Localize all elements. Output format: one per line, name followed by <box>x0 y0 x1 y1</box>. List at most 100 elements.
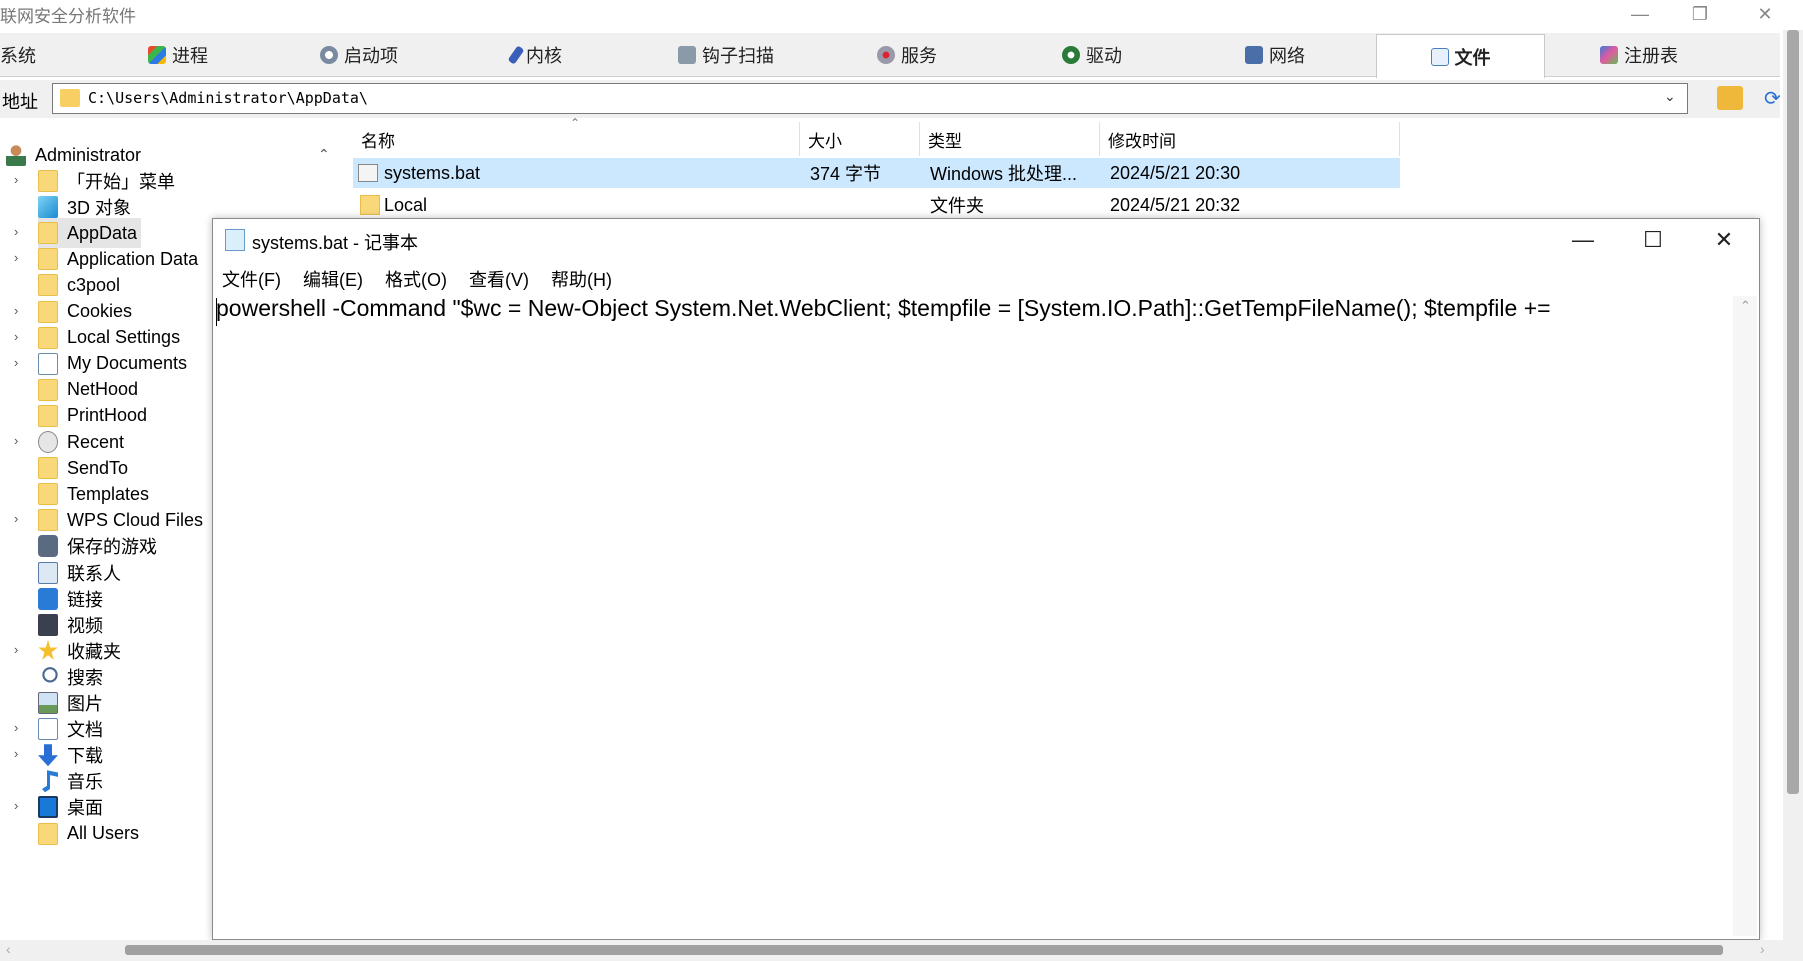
chevron-right-icon[interactable]: › <box>14 746 18 761</box>
tree-label: My Documents <box>67 353 188 374</box>
folder-icon <box>38 248 58 271</box>
tab-drivers[interactable]: 驱动 <box>1062 33 1162 76</box>
kernel-icon <box>507 44 525 65</box>
tab-registry[interactable]: 注册表 <box>1600 33 1710 76</box>
chevron-right-icon[interactable]: › <box>14 798 18 813</box>
chevron-right-icon[interactable]: › <box>14 511 18 526</box>
chevron-right-icon[interactable]: › <box>14 329 18 344</box>
tree-label: 桌面 <box>67 798 103 819</box>
file-modified: 2024/5/21 20:30 <box>1110 162 1241 183</box>
column-header-modified[interactable]: 修改时间 <box>1100 122 1400 156</box>
tree-label: 搜索 <box>67 667 103 688</box>
document-icon <box>38 352 58 375</box>
folder-icon <box>38 457 58 480</box>
file-name: systems.bat <box>384 162 481 183</box>
file-type: 文件夹 <box>930 196 984 216</box>
folder-icon <box>38 170 58 192</box>
column-header-type[interactable]: 类型 <box>920 122 1100 156</box>
folder-tree: Administrator › 「开始」菜单 3D 对象 › AppData › Appli… <box>0 140 212 940</box>
pictures-icon <box>38 692 58 714</box>
table-row[interactable]: Local 文件夹 2024/5/21 20:32 <box>353 190 1400 218</box>
table-row[interactable]: systems.bat 374 字节 Windows 批处理... 2024/5… <box>353 158 1400 188</box>
notepad-maximize-button[interactable]: ☐ <box>1623 222 1683 258</box>
notepad-vertical-scrollbar[interactable] <box>1733 296 1757 936</box>
links-icon <box>38 587 58 610</box>
tree-label: NetHood <box>67 379 139 400</box>
folder-icon <box>38 404 58 427</box>
tab-startup[interactable]: 启动项 <box>320 33 440 76</box>
search-icon <box>38 665 58 688</box>
hook-icon <box>678 45 696 64</box>
tab-label: 内核 <box>526 45 562 66</box>
title-bar <box>0 0 1780 30</box>
minimize-button[interactable]: — <box>1617 0 1663 28</box>
tab-process[interactable]: 进程 <box>148 33 268 76</box>
tree-item[interactable]: All Users <box>38 819 139 849</box>
chevron-right-icon[interactable]: › <box>14 172 18 187</box>
scroll-up-icon[interactable]: ⌃ <box>318 146 330 163</box>
folder-icon <box>38 509 58 532</box>
tree-label: 3D 对象 <box>67 198 132 219</box>
scroll-up-icon[interactable]: ⌃ <box>1740 298 1751 314</box>
notepad-text-area[interactable]: powershell -Command "$wc = New-Object Sy… <box>216 295 1734 322</box>
tree-label: 收藏夹 <box>67 641 121 662</box>
menu-view[interactable]: 查看(V) <box>469 266 529 292</box>
chevron-right-icon[interactable]: › <box>14 224 18 239</box>
gear-icon <box>320 45 338 64</box>
music-icon <box>42 770 58 793</box>
tab-label: 启动项 <box>344 45 398 66</box>
chevron-right-icon[interactable]: › <box>14 720 18 735</box>
open-folder-button[interactable] <box>1717 86 1743 110</box>
file-type: Windows 批处理... <box>930 164 1078 184</box>
chevron-down-icon[interactable]: ⌄ <box>1664 88 1676 105</box>
notepad-close-button[interactable]: ✕ <box>1694 222 1754 258</box>
chevron-right-icon[interactable]: › <box>14 355 18 370</box>
tab-label: 进程 <box>172 45 208 66</box>
file-modified: 2024/5/21 20:32 <box>1110 194 1241 215</box>
column-label: 修改时间 <box>1108 131 1176 151</box>
address-label: 地址 <box>2 92 38 112</box>
menu-format[interactable]: 格式(O) <box>385 266 447 292</box>
notepad-minimize-button[interactable]: — <box>1553 222 1613 258</box>
chevron-right-icon[interactable]: › <box>14 642 18 657</box>
user-icon <box>6 144 26 166</box>
folder-icon <box>38 222 58 245</box>
notepad-menu-bar: 文件(F) 编辑(E) 格式(O) 查看(V) 帮助(H) <box>222 266 612 292</box>
file-size: 374 字节 <box>810 164 882 184</box>
menu-file[interactable]: 文件(F) <box>222 266 281 292</box>
tree-label: Administrator <box>35 144 142 165</box>
close-button[interactable]: ✕ <box>1747 0 1783 28</box>
tab-services[interactable]: 服务 <box>877 33 977 76</box>
scroll-right-icon[interactable]: › <box>1760 941 1765 957</box>
tab-files[interactable]: 文件 <box>1376 34 1545 78</box>
tab-label: 驱动 <box>1086 45 1122 66</box>
refresh-icon[interactable]: ⟳ <box>1764 86 1781 110</box>
tab-label: 钩子扫描 <box>702 45 774 66</box>
folder-icon <box>38 274 58 297</box>
column-label: 大小 <box>808 131 842 151</box>
scroll-left-icon[interactable]: ‹ <box>6 941 11 957</box>
tree-label: c3pool <box>67 274 121 295</box>
tree-label: 视频 <box>67 615 103 636</box>
folder-icon <box>38 378 58 401</box>
column-label: 名称 <box>361 131 395 151</box>
tab-network[interactable]: 网络 <box>1245 33 1345 76</box>
vertical-scroll-thumb[interactable] <box>1787 30 1799 794</box>
chevron-right-icon[interactable]: › <box>14 433 18 448</box>
tab-hook-scan[interactable]: 钩子扫描 <box>678 33 808 76</box>
restore-button[interactable]: ❐ <box>1677 0 1723 28</box>
horizontal-scroll-thumb[interactable] <box>125 945 1723 955</box>
tab-system[interactable]: 系统 <box>0 33 60 76</box>
menu-help[interactable]: 帮助(H) <box>551 266 612 292</box>
address-value: C:\Users\Administrator\AppData\ <box>88 89 368 107</box>
tab-kernel[interactable]: 内核 <box>507 33 612 76</box>
service-icon <box>877 45 895 64</box>
chevron-right-icon[interactable]: › <box>14 250 18 265</box>
tree-label: 保存的游戏 <box>67 537 157 558</box>
notepad-window <box>212 218 1760 940</box>
batch-file-icon <box>358 158 380 188</box>
notepad-title: systems.bat - 记事本 <box>252 233 419 253</box>
column-header-size[interactable]: 大小 <box>800 122 920 156</box>
menu-edit[interactable]: 编辑(E) <box>303 266 363 292</box>
chevron-right-icon[interactable]: › <box>14 303 18 318</box>
